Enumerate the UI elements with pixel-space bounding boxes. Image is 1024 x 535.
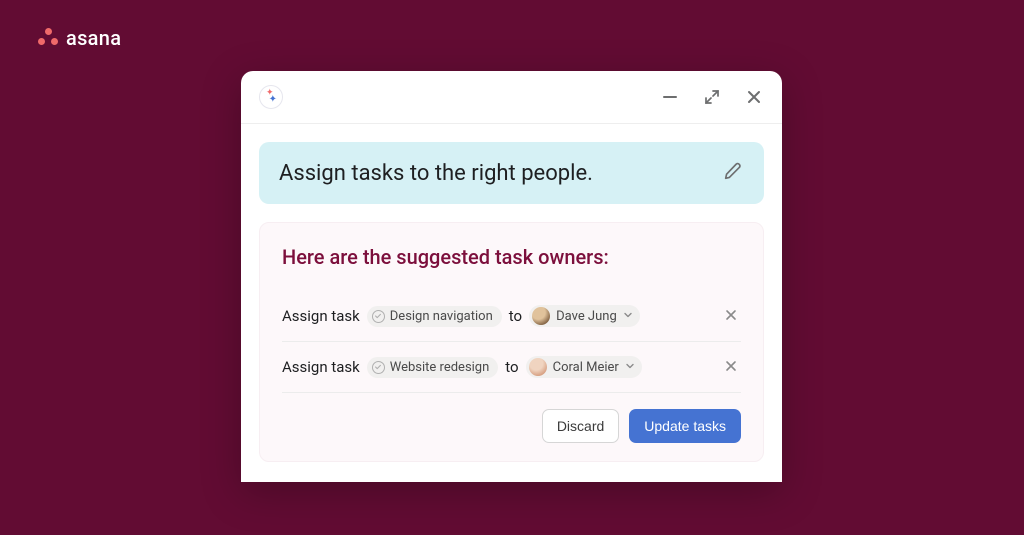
asana-wordmark: asana — [66, 26, 121, 50]
action-bar: Discard Update tasks — [282, 409, 741, 443]
suggestion-panel: Here are the suggested task owners: Assi… — [259, 222, 764, 462]
assignee-name: Dave Jung — [556, 309, 617, 324]
ai-sparkle-icon: ✦ ✦ — [259, 85, 283, 109]
task-chip-label: Design navigation — [390, 309, 493, 324]
task-row-lead: Assign task — [282, 358, 360, 376]
discard-button[interactable]: Discard — [542, 409, 619, 443]
task-check-icon — [372, 310, 385, 323]
suggestion-heading: Here are the suggested task owners: — [282, 245, 741, 269]
chevron-down-icon — [623, 309, 633, 324]
remove-row-button[interactable] — [721, 354, 741, 380]
close-button[interactable] — [744, 87, 764, 107]
task-check-icon — [372, 361, 385, 374]
avatar-icon — [529, 358, 547, 376]
minimize-button[interactable] — [660, 87, 680, 107]
ai-prompt-box: Assign tasks to the right people. — [259, 142, 764, 204]
assignee-name: Coral Meier — [553, 360, 619, 375]
asana-logo-icon — [38, 28, 58, 48]
edit-prompt-button[interactable] — [722, 160, 744, 186]
chevron-down-icon — [625, 360, 635, 375]
update-tasks-button[interactable]: Update tasks — [629, 409, 741, 443]
task-row-lead: Assign task — [282, 307, 360, 325]
remove-row-button[interactable] — [721, 303, 741, 329]
task-chip[interactable]: Website redesign — [367, 357, 499, 378]
ai-assign-modal: ✦ ✦ Assign tasks to the right people. — [241, 71, 782, 482]
assignee-chip[interactable]: Coral Meier — [526, 356, 642, 378]
task-row-mid: to — [509, 307, 522, 325]
avatar-icon — [532, 307, 550, 325]
task-chip[interactable]: Design navigation — [367, 306, 502, 327]
task-chip-label: Website redesign — [390, 360, 490, 375]
task-row: Assign task Design navigation to Dave Ju… — [282, 291, 741, 342]
task-row-mid: to — [505, 358, 518, 376]
assignee-chip[interactable]: Dave Jung — [529, 305, 640, 327]
window-controls — [660, 87, 764, 107]
modal-header: ✦ ✦ — [241, 71, 782, 124]
task-row: Assign task Website redesign to Coral Me… — [282, 342, 741, 393]
expand-button[interactable] — [702, 87, 722, 107]
asana-logo: asana — [38, 26, 121, 50]
ai-prompt-text: Assign tasks to the right people. — [279, 161, 593, 186]
